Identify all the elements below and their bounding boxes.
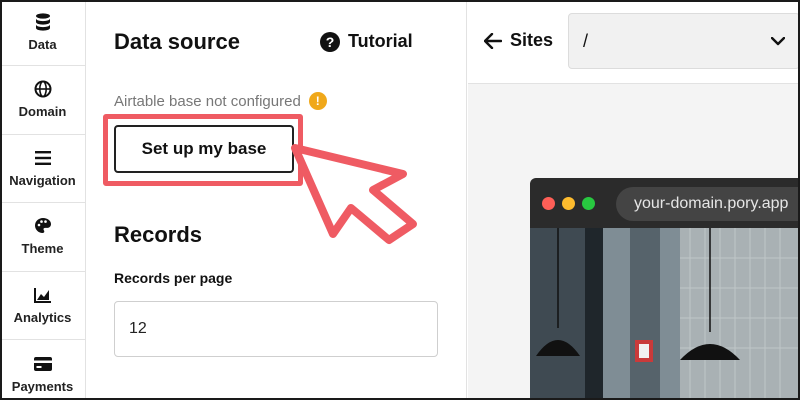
window-minimize-dot xyxy=(562,196,575,210)
sites-label: Sites xyxy=(510,30,554,50)
rail-item-analytics[interactable]: Analytics xyxy=(0,272,85,340)
rail-label: Data xyxy=(28,37,57,52)
help-circle-icon: ? xyxy=(320,31,340,52)
rail-label: Domain xyxy=(18,104,67,120)
rail-label: Navigation xyxy=(9,172,76,188)
back-to-sites-link[interactable]: Sites xyxy=(484,30,553,51)
rail-item-payments[interactable]: Payments xyxy=(0,340,85,400)
rail-item-data[interactable]: Data xyxy=(0,0,85,66)
browser-preview: your-domain.pory.app xyxy=(530,178,800,400)
preview-area: Sites / your-domain.pory.app xyxy=(468,0,800,400)
tutorial-label: Tutorial xyxy=(348,31,413,51)
rail-item-navigation[interactable]: Navigation xyxy=(0,135,85,203)
window-maximize-dot xyxy=(582,196,595,210)
annotation-arrow xyxy=(291,144,417,244)
chart-icon xyxy=(33,286,53,304)
rail-item-domain[interactable]: Domain xyxy=(0,66,85,135)
rail-label: Analytics xyxy=(13,309,72,325)
records-per-page-label: Records per page xyxy=(114,270,233,286)
page-path-select[interactable]: / xyxy=(568,13,800,69)
url-bar: your-domain.pory.app xyxy=(616,187,800,221)
menu-icon xyxy=(33,149,53,167)
path-value: / xyxy=(583,30,589,51)
rail-item-theme[interactable]: Theme xyxy=(0,203,85,272)
warning-icon: ! xyxy=(308,92,327,110)
records-heading: Records xyxy=(114,222,203,247)
svg-text:?: ? xyxy=(326,34,335,50)
preview-topbar: Sites / xyxy=(468,0,800,84)
rail-label: Theme xyxy=(21,241,64,257)
panel-title: Data source xyxy=(114,29,240,54)
base-status: Airtable base not configured ! xyxy=(114,92,327,110)
database-icon xyxy=(33,13,53,31)
tutorial-link[interactable]: ? Tutorial xyxy=(320,31,413,52)
palette-icon xyxy=(33,217,53,235)
records-per-page-input[interactable] xyxy=(114,301,438,357)
arrow-left-icon xyxy=(484,32,502,49)
globe-icon xyxy=(33,80,53,98)
window-close-dot xyxy=(542,196,555,210)
chevron-down-icon xyxy=(771,36,785,45)
icon-rail: Data Domain Navigation Theme Analytics P… xyxy=(0,0,86,400)
preview-viewport-image xyxy=(530,228,800,400)
preview-photo xyxy=(530,228,800,400)
rail-label: Payments xyxy=(11,378,74,394)
set-up-base-button[interactable]: Set up my base xyxy=(114,125,294,173)
credit-card-icon xyxy=(33,355,53,373)
status-text: Airtable base not configured xyxy=(114,92,301,110)
